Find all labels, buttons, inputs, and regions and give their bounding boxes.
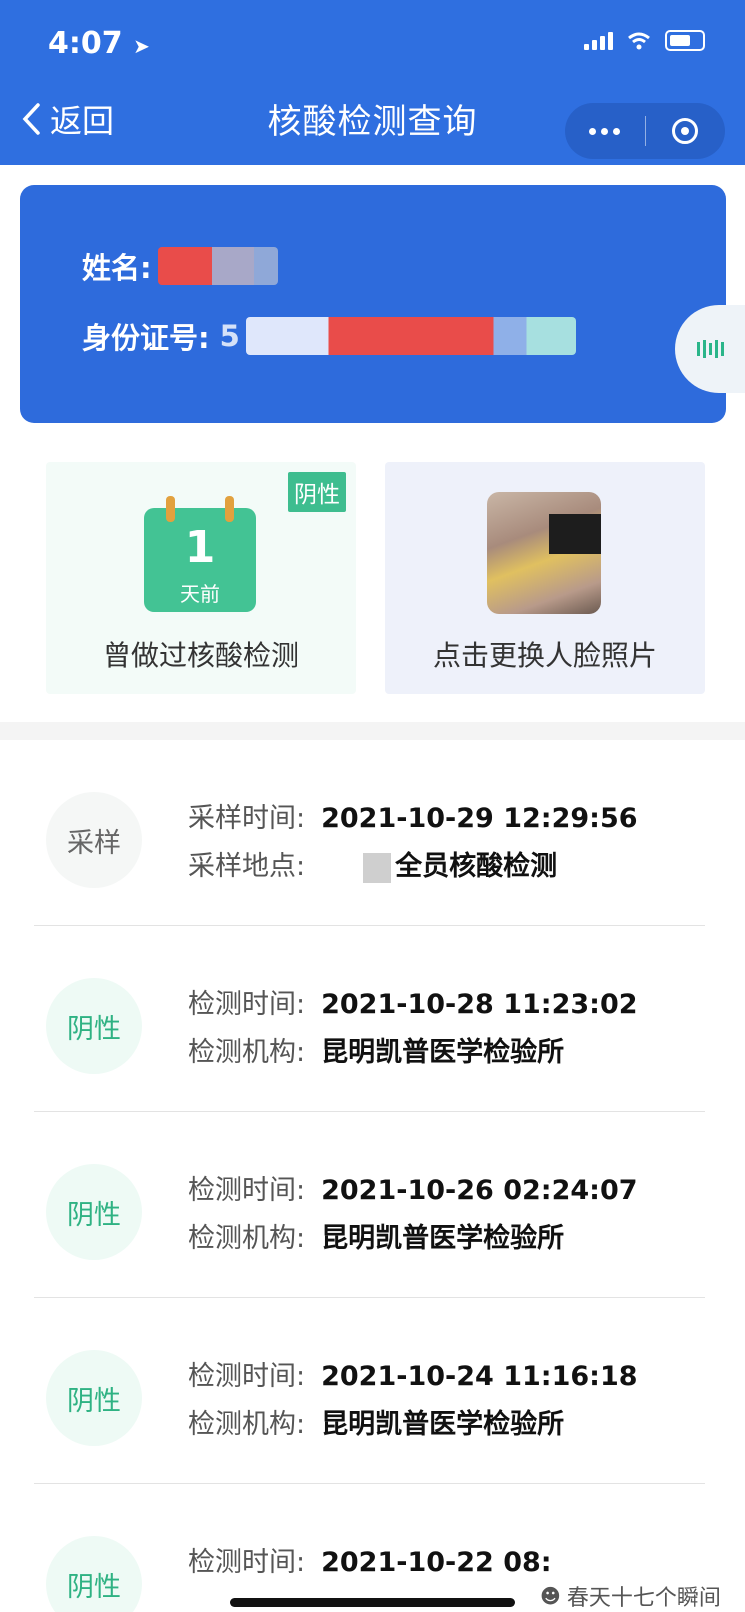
id-card: 姓名: 身份证号: 5 [20, 185, 726, 423]
id-label: 身份证号: [82, 321, 210, 355]
record-value: 昆明凯普医学检验所 [321, 1037, 565, 1068]
signal-icon [584, 31, 613, 50]
close-target-icon [672, 118, 699, 144]
face-photo-tile[interactable]: 点击更换人脸照片 [385, 462, 705, 694]
record-label: 检测时间: [188, 1547, 306, 1578]
watermark-text: 春天十七个瞬间 [566, 1586, 721, 1611]
list-item[interactable]: 阴性 检测时间: 2021-10-26 02:24:07 检测机构: 昆明凯普医学检… [0, 1112, 745, 1298]
name-row: 姓名: [82, 245, 278, 287]
record-label: 检测机构: [188, 1409, 306, 1440]
name-label: 姓名: [82, 251, 152, 285]
record-value: 昆明凯普医学检验所 [321, 1409, 565, 1440]
test-history-caption: 曾做过核酸检测 [102, 639, 299, 672]
face-photo-caption: 点击更换人脸照片 [432, 639, 657, 672]
mini-program-capsule [565, 103, 725, 159]
record-label: 检测机构: [188, 1037, 306, 1068]
record-value: 2021-10-22 08: [321, 1547, 552, 1578]
section-divider [0, 722, 745, 740]
id-redaction [245, 317, 576, 355]
record-value: 2021-10-26 02:24:07 [321, 1175, 638, 1206]
barcode-icon [696, 340, 724, 358]
name-redaction [157, 247, 278, 285]
more-button[interactable] [565, 103, 645, 159]
status-time: 4:07 ➤ [48, 26, 150, 61]
record-label: 检测时间: [188, 1175, 306, 1206]
watermark: ☻ 春天十七个瞬间 [540, 1580, 721, 1612]
status-circle: 阴性 [46, 1350, 142, 1446]
record-value: 昆明凯普医学检验所 [321, 1223, 565, 1254]
id-prefix: 5 [219, 319, 240, 353]
location-redaction [321, 852, 392, 883]
status-circle: 采样 [46, 792, 142, 888]
location-arrow-icon: ➤ [133, 34, 150, 58]
record-label: 采样时间: [188, 803, 306, 834]
battery-icon [665, 30, 705, 51]
record-value: 2021-10-24 11:16:18 [321, 1361, 638, 1392]
list-item[interactable]: 阴性 检测时间: 2021-10-24 11:16:18 检测机构: 昆明凯普医学检… [0, 1298, 745, 1484]
status-time-text: 4:07 [48, 26, 123, 61]
negative-badge: 阴性 [288, 472, 346, 512]
top-bar: 4:07 ➤ 返回 核酸检测查询 [0, 0, 745, 165]
calendar-subtext: 天前 [180, 582, 220, 606]
calendar-number: 1 [184, 522, 216, 573]
face-photo [487, 492, 601, 614]
status-circle: 阴性 [46, 1164, 142, 1260]
calendar-icon: 1 天前 [144, 496, 256, 612]
record-label: 检测时间: [188, 1361, 306, 1392]
more-dots-icon [589, 127, 621, 135]
record-value: 2021-10-28 11:23:02 [321, 989, 638, 1020]
id-row: 身份证号: 5 [82, 315, 576, 357]
list-item[interactable]: 阴性 检测时间: 2021-10-28 11:23:02 检测机构: 昆明凯普医学检… [0, 926, 745, 1112]
record-label: 检测机构: [188, 1223, 306, 1254]
close-button[interactable] [646, 103, 726, 159]
status-circle: 阴性 [46, 978, 142, 1074]
wechat-icon: ☻ [540, 1584, 561, 1608]
record-label: 采样地点: [188, 851, 306, 882]
wifi-icon [628, 32, 650, 49]
record-value: 2021-10-29 12:29:56 [321, 803, 638, 834]
test-history-tile[interactable]: 阴性 1 天前 曾做过核酸检测 [46, 462, 356, 694]
list-item[interactable]: 采样 采样时间: 2021-10-29 12:29:56 采样地点: 全员核酸检测 [0, 740, 745, 926]
status-icons [584, 30, 705, 51]
status-circle: 阴性 [46, 1536, 142, 1612]
record-label: 检测时间: [188, 989, 306, 1020]
record-value: 全员核酸检测 [395, 851, 558, 882]
home-indicator[interactable] [230, 1598, 515, 1607]
